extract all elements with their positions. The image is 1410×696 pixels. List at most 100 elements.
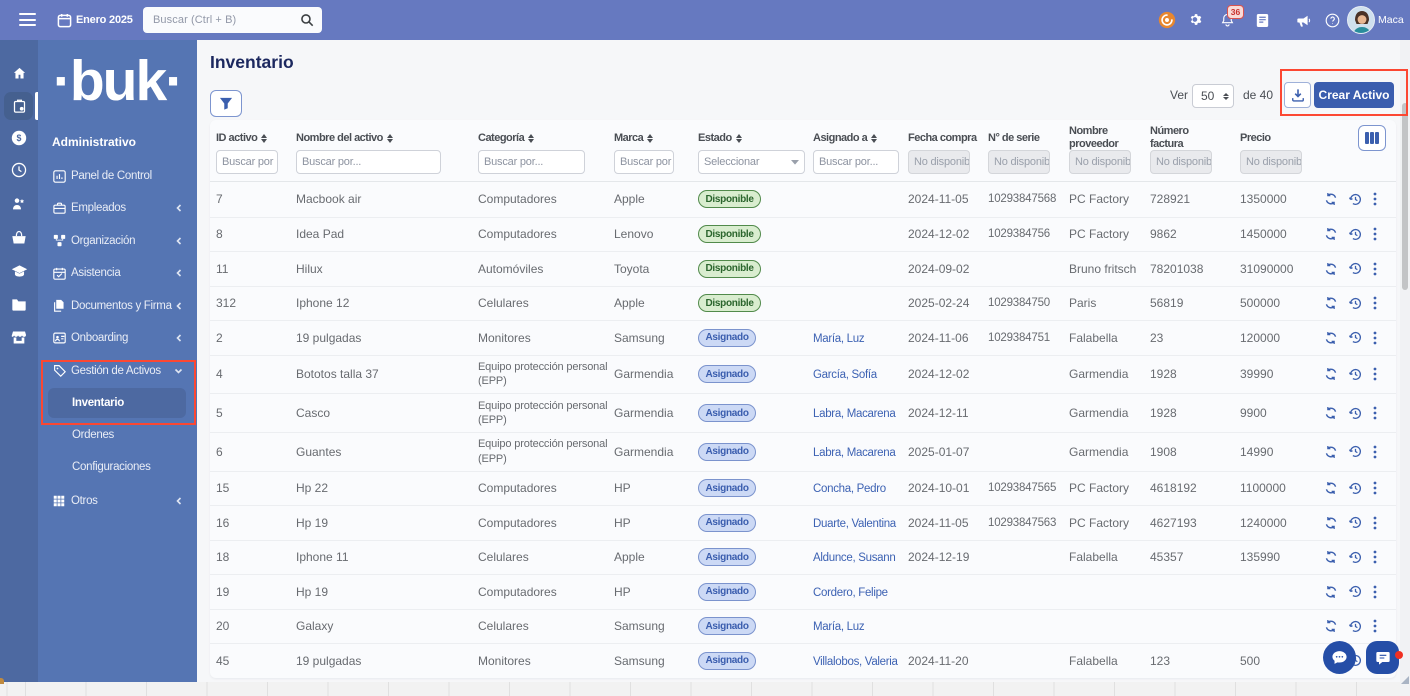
column-settings-button[interactable] (1358, 125, 1386, 151)
update-status-icon[interactable] (1324, 227, 1338, 241)
user-avatar[interactable] (1347, 6, 1375, 34)
filter-input-1[interactable]: Buscar por... (296, 150, 441, 174)
row-menu-icon[interactable] (1373, 516, 1377, 530)
update-status-icon[interactable] (1324, 192, 1338, 206)
assigned-person-link[interactable]: Labra, Macarena (813, 408, 896, 420)
sidebar-item-organizaci-n[interactable]: Organización (38, 228, 197, 254)
filter-button[interactable] (210, 90, 242, 117)
row-menu-icon[interactable] (1373, 619, 1377, 633)
update-status-icon[interactable] (1324, 481, 1338, 495)
row-menu-icon[interactable] (1373, 227, 1377, 241)
column-header-estado[interactable]: Estado (692, 132, 807, 144)
row-menu-icon[interactable] (1373, 406, 1377, 420)
row-menu-icon[interactable] (1373, 445, 1377, 459)
row-menu-icon[interactable] (1373, 331, 1377, 345)
column-header-marca[interactable]: Marca (608, 132, 692, 144)
column-header-id-activo[interactable]: ID activo (210, 132, 290, 144)
sidebar-item-configuraciones[interactable]: Configuraciones (38, 454, 197, 480)
sidebar-item-documentos-y-firma[interactable]: Documentos y Firma (38, 293, 197, 319)
sidebar-item-gesti-n-de-activos[interactable]: Gestión de Activos (38, 358, 197, 384)
marketplace-store-icon[interactable] (0, 323, 38, 351)
benefits-basket-icon[interactable] (0, 223, 38, 251)
sidebar-item-otros[interactable]: Otros (38, 488, 197, 514)
row-menu-icon[interactable] (1373, 192, 1377, 206)
chat-fab-button[interactable] (1366, 641, 1399, 674)
settings-gear-icon[interactable] (1186, 0, 1206, 40)
payroll-coin-icon[interactable]: $ (0, 124, 38, 152)
sidebar-item-empleados[interactable]: Empleados (38, 195, 197, 221)
time-clock-icon[interactable] (0, 156, 38, 184)
update-status-icon[interactable] (1324, 331, 1338, 345)
column-header-nombre-del-activo[interactable]: Nombre del activo (290, 132, 472, 144)
row-menu-icon[interactable] (1373, 585, 1377, 599)
history-icon[interactable] (1348, 619, 1363, 634)
column-header-asignado-a[interactable]: Asignado a (807, 132, 902, 144)
sidebar-item-onboarding[interactable]: Onboarding (38, 325, 197, 351)
update-status-icon[interactable] (1324, 550, 1338, 564)
update-status-icon[interactable] (1324, 445, 1338, 459)
training-cap-icon[interactable] (0, 257, 38, 285)
row-menu-icon[interactable] (1373, 550, 1377, 564)
row-menu-icon[interactable] (1373, 367, 1377, 381)
assigned-person-link[interactable]: María, Luz (813, 621, 865, 633)
filter-input-2[interactable]: Buscar por... (478, 150, 585, 174)
create-asset-button[interactable]: Crear Activo (1314, 82, 1394, 108)
notification-count-badge[interactable]: 36 (1227, 5, 1244, 19)
assigned-person-link[interactable]: María, Luz (813, 333, 865, 345)
row-menu-icon[interactable] (1373, 262, 1377, 276)
history-icon[interactable] (1348, 515, 1363, 530)
filter-input-3[interactable]: Buscar por (614, 150, 674, 174)
history-icon[interactable] (1348, 444, 1363, 459)
history-icon[interactable] (1348, 261, 1363, 276)
update-status-icon[interactable] (1324, 262, 1338, 276)
history-icon[interactable] (1348, 584, 1363, 599)
filter-input-0[interactable]: Buscar por (216, 150, 278, 174)
feedback-fab-button[interactable] (1323, 641, 1356, 674)
calendar-icon[interactable] (54, 0, 74, 40)
talent-icon[interactable] (0, 190, 38, 218)
sidebar-item--rdenes[interactable]: Órdenes (38, 422, 197, 448)
announcements-megaphone-icon[interactable] (1291, 0, 1315, 40)
record-icon[interactable] (1156, 0, 1178, 40)
history-icon[interactable] (1348, 406, 1363, 421)
update-status-icon[interactable] (1324, 406, 1338, 420)
sidebar-item-asistencia[interactable]: Asistencia (38, 260, 197, 286)
history-icon[interactable] (1348, 367, 1363, 382)
column-header-categor-a[interactable]: Categoría (472, 132, 608, 144)
search-input[interactable]: Buscar (Ctrl + B) (143, 7, 322, 33)
scrollbar-thumb[interactable] (1402, 103, 1408, 290)
sidebar-item-inventario[interactable]: Inventario (38, 390, 197, 416)
history-icon[interactable] (1348, 330, 1363, 345)
update-status-icon[interactable] (1324, 619, 1338, 633)
update-status-icon[interactable] (1324, 296, 1338, 310)
update-status-icon[interactable] (1324, 516, 1338, 530)
assigned-person-link[interactable]: Cordero, Felipe (813, 587, 888, 599)
hamburger-menu-icon[interactable] (19, 13, 36, 26)
assigned-person-link[interactable]: Aldunce, Susann (813, 552, 896, 564)
sidebar-item-panel-de-control[interactable]: Panel de Control (38, 163, 197, 189)
download-button[interactable] (1284, 82, 1311, 108)
notes-icon[interactable] (1252, 0, 1272, 40)
history-icon[interactable] (1348, 481, 1363, 496)
user-name[interactable]: Maca (1378, 0, 1404, 40)
page-size-select[interactable]: 50 (1192, 84, 1234, 108)
row-menu-icon[interactable] (1373, 296, 1377, 310)
update-status-icon[interactable] (1324, 367, 1338, 381)
assigned-person-link[interactable]: Villalobos, Valeria (813, 656, 898, 668)
row-menu-icon[interactable] (1373, 481, 1377, 495)
assigned-person-link[interactable]: Duarte, Valentina (813, 518, 896, 530)
assigned-person-link[interactable]: Concha, Pedro (813, 483, 886, 495)
history-icon[interactable] (1348, 550, 1363, 565)
history-icon[interactable] (1348, 227, 1363, 242)
update-status-icon[interactable] (1324, 585, 1338, 599)
assigned-person-link[interactable]: Labra, Macarena (813, 447, 896, 459)
filter-input-4[interactable]: Seleccionar (698, 150, 805, 174)
assigned-person-link[interactable]: García, Sofía (813, 369, 877, 381)
home-icon[interactable] (0, 59, 38, 87)
history-icon[interactable] (1348, 296, 1363, 311)
history-icon[interactable] (1348, 192, 1363, 207)
files-folder-icon[interactable] (0, 290, 38, 318)
filter-input-5[interactable]: Buscar por... (813, 150, 899, 174)
period-selector[interactable]: Enero 2025 (76, 0, 133, 40)
inventory-clipboard-icon[interactable] (0, 92, 38, 120)
